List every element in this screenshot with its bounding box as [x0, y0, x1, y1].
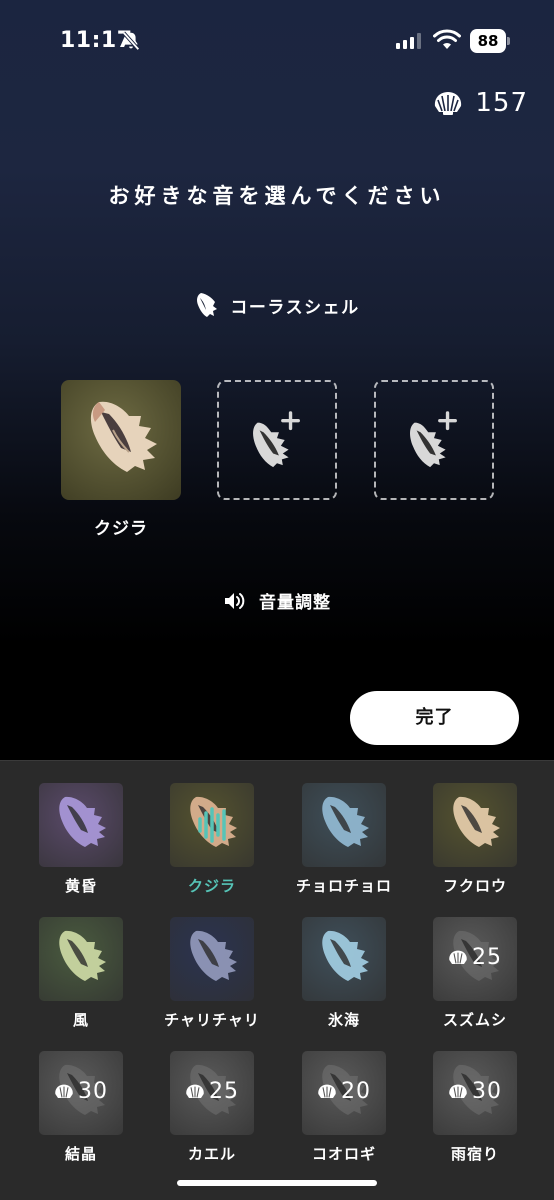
shell-coin-icon	[449, 1084, 467, 1098]
bell-slash-icon	[122, 31, 140, 51]
sound-tile[interactable]: 黄昏	[21, 761, 141, 901]
sound-label: フクロウ	[442, 877, 507, 895]
done-button[interactable]: 完了	[350, 691, 519, 745]
preset-name: コーラスシェル	[230, 297, 360, 318]
price-value: 25	[472, 945, 502, 970]
conch-shell-icon	[59, 796, 106, 847]
sound-tile[interactable]: 30 結晶	[21, 1029, 141, 1169]
conch-shell-icon	[90, 401, 157, 472]
price-value: 30	[78, 1079, 108, 1104]
sound-thumbnail	[170, 917, 254, 1001]
price-value: 20	[341, 1079, 371, 1104]
sound-tile[interactable]: 20 コオロギ	[284, 1029, 404, 1169]
coin-balance: 157	[433, 88, 528, 118]
wifi-icon	[433, 29, 461, 49]
preset-title[interactable]: コーラスシェル	[0, 290, 554, 320]
sound-label: 結晶	[64, 1145, 97, 1163]
sound-thumbnail: 30	[39, 1051, 123, 1135]
price-tag: 30	[39, 1079, 123, 1104]
conch-shell-icon	[322, 796, 369, 847]
add-shell-icon	[410, 411, 457, 468]
sound-thumbnail: 25	[170, 1051, 254, 1135]
sound-slot-1[interactable]	[61, 380, 181, 500]
add-shell-icon	[253, 411, 300, 468]
sound-thumbnail	[302, 917, 386, 1001]
volume-control[interactable]: 音量調整	[0, 588, 554, 613]
sound-label: クジラ	[187, 877, 236, 895]
sound-tile[interactable]: クジラ	[152, 761, 272, 901]
sound-label: スズムシ	[442, 1011, 507, 1029]
sound-thumbnail: 30	[433, 1051, 517, 1135]
sound-thumbnail	[170, 783, 254, 867]
sound-label: 風	[72, 1011, 89, 1029]
sound-picker-panel: 黄昏 クジラ チョロチョロ フクロウ風チャリチャリ 氷海 25 スズムシ 30 結晶 25 カエル 2…	[0, 760, 554, 1200]
sound-label: 雨宿り	[450, 1145, 499, 1163]
sound-thumbnail	[39, 783, 123, 867]
coin-count: 157	[475, 88, 528, 118]
sound-tile[interactable]: チャリチャリ	[152, 895, 272, 1035]
sound-thumbnail	[39, 917, 123, 1001]
sound-slot-1-label: クジラ	[94, 519, 148, 539]
sound-thumbnail: 20	[302, 1051, 386, 1135]
sound-slot-3[interactable]	[374, 380, 494, 500]
sound-label: 黄昏	[64, 877, 97, 895]
conch-shell-icon	[190, 930, 237, 981]
conch-shell-icon	[453, 796, 500, 847]
speaker-icon	[225, 592, 245, 609]
sound-label: チャリチャリ	[164, 1011, 260, 1029]
sound-label: コオロギ	[311, 1145, 376, 1163]
sound-tile[interactable]: 25 カエル	[152, 1029, 272, 1169]
sound-label: 氷海	[327, 1011, 360, 1029]
sound-tile[interactable]: 風	[21, 895, 141, 1035]
price-tag: 25	[170, 1079, 254, 1104]
sound-tile[interactable]: 25 スズムシ	[415, 895, 535, 1035]
volume-label: 音量調整	[259, 593, 331, 613]
sound-thumbnail	[302, 783, 386, 867]
price-tag: 20	[302, 1079, 386, 1104]
conch-shell-icon	[59, 930, 106, 981]
price-tag: 30	[433, 1079, 517, 1104]
sound-tile[interactable]: 30 雨宿り	[415, 1029, 535, 1169]
status-bar: 11:17 88	[0, 0, 554, 84]
cellular-signal-icon	[396, 33, 421, 49]
conch-shell-icon	[322, 930, 369, 981]
sound-tile[interactable]: チョロチョロ	[284, 761, 404, 901]
sound-label: チョロチョロ	[295, 877, 392, 895]
home-indicator[interactable]	[177, 1180, 377, 1186]
sound-tile[interactable]: 氷海	[284, 895, 404, 1035]
shell-coin-icon	[186, 1084, 204, 1098]
shell-coin-icon	[318, 1084, 336, 1098]
page-title: お好きな音を選んでください	[108, 184, 446, 208]
battery-icon: 88	[470, 29, 510, 53]
conch-shell-icon	[197, 293, 218, 317]
shell-coin-icon	[435, 92, 462, 115]
sound-tile[interactable]: フクロウ	[415, 761, 535, 901]
battery-level: 88	[470, 29, 506, 53]
conch-shell-icon	[190, 796, 237, 847]
sound-label: カエル	[187, 1145, 236, 1163]
price-value: 25	[209, 1079, 239, 1104]
price-tag: 25	[433, 945, 517, 970]
price-value: 30	[472, 1079, 502, 1104]
sound-thumbnail: 25	[433, 917, 517, 1001]
sound-thumbnail	[433, 783, 517, 867]
shell-coin-icon	[449, 950, 467, 964]
shell-coin-icon	[55, 1084, 73, 1098]
sound-slot-2[interactable]	[217, 380, 337, 500]
